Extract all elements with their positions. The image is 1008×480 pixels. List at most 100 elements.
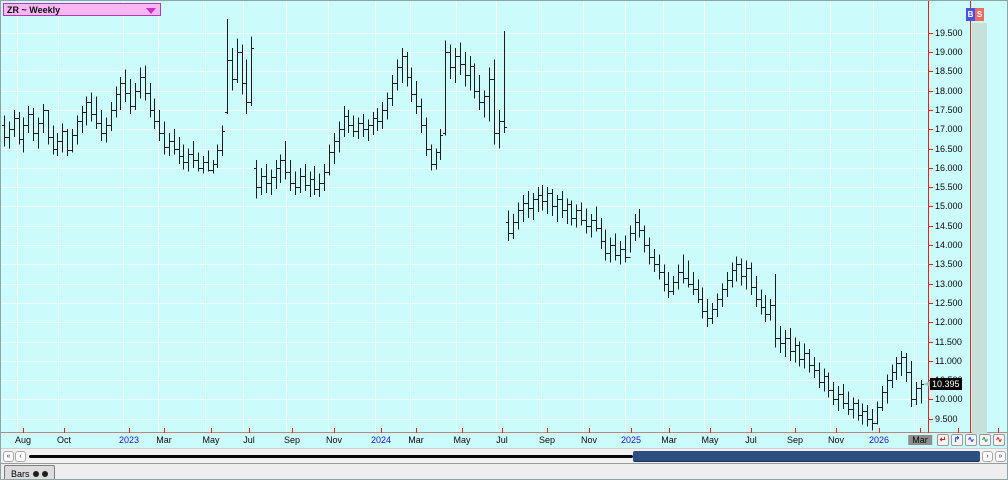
price-chart[interactable] <box>1 1 928 433</box>
ohlc-bar <box>463 52 468 87</box>
ohlc-bar <box>642 226 647 253</box>
price-axis-label: 17.500 <box>935 105 967 115</box>
ohlc-bar <box>167 133 172 156</box>
price-axis-label: 11.000 <box>935 356 967 366</box>
tab-bars[interactable]: Bars <box>4 465 55 480</box>
ohlc-bar <box>671 276 676 295</box>
date-axis-tick <box>669 428 670 433</box>
ohlc-bar <box>443 40 448 135</box>
blue-bent-arrow-button[interactable]: ↱ <box>951 434 963 446</box>
ohlc-bar <box>419 98 424 133</box>
price-axis-label: 13.500 <box>935 259 967 269</box>
red-bent-arrow-button[interactable]: ↵ <box>937 434 949 446</box>
price-axis-tick <box>928 129 933 130</box>
price-axis-label: 10.000 <box>935 394 967 404</box>
price-axis-tick <box>928 245 933 246</box>
date-axis-tick <box>64 428 65 433</box>
ohlc-bar <box>851 397 856 418</box>
date-axis-tick <box>998 428 999 433</box>
ohlc-bar <box>211 160 216 174</box>
price-axis-label: 15.000 <box>935 201 967 211</box>
ohlc-bar <box>885 374 890 403</box>
ohlc-bar <box>710 303 715 324</box>
ohlc-bar <box>288 160 293 191</box>
sell-button[interactable]: S <box>975 8 984 21</box>
price-axis-tick <box>928 419 933 420</box>
ohlc-bar <box>506 210 511 241</box>
ohlc-bar <box>303 164 308 191</box>
scrollbar-thumb[interactable] <box>633 451 980 462</box>
ohlc-bar <box>836 386 841 411</box>
price-axis-label: 18.500 <box>935 66 967 76</box>
ohlc-bar <box>536 187 541 212</box>
ohlc-bar <box>841 384 846 409</box>
ohlc-bar <box>550 189 555 216</box>
price-axis-tick <box>928 284 933 285</box>
ohlc-bar <box>104 118 109 143</box>
ohlc-bar <box>584 208 589 233</box>
ohlc-bar <box>778 326 783 353</box>
date-axis-line <box>1 432 1008 433</box>
ohlc-bar <box>856 399 861 420</box>
date-axis-label: May <box>701 435 718 445</box>
price-axis-tick <box>928 110 933 111</box>
ohlc-bar <box>152 98 157 129</box>
ohlc-bar <box>608 237 613 262</box>
ohlc-bar <box>298 168 303 193</box>
ohlc-bar <box>405 52 410 87</box>
price-axis-left-line <box>928 1 929 433</box>
buy-button[interactable]: B <box>966 8 975 21</box>
price-axis-label: 14.000 <box>935 240 967 250</box>
ohlc-bar <box>41 104 46 133</box>
ohlc-bar <box>337 121 342 152</box>
red-zigzag-button[interactable]: ∿ <box>993 434 1005 446</box>
ohlc-bar <box>332 133 337 164</box>
ohlc-bar <box>880 386 885 411</box>
price-axis-tick <box>928 168 933 169</box>
ohlc-bar <box>453 48 458 83</box>
blue-zigzag-button[interactable]: ∿ <box>965 434 977 446</box>
ohlc-bar <box>633 214 638 241</box>
ohlc-bar <box>569 201 574 226</box>
ohlc-bar <box>143 66 148 101</box>
ohlc-bar <box>293 172 298 195</box>
symbol-timeframe-dropdown[interactable]: ZR ~ Weekly <box>3 3 161 16</box>
ohlc-bar <box>768 299 773 320</box>
scroll-left-button[interactable]: ‹ <box>15 451 26 462</box>
ohlc-bar <box>662 264 667 291</box>
ohlc-bar <box>70 129 75 152</box>
price-axis-label: 19.000 <box>935 47 967 57</box>
ohlc-bar <box>788 328 793 361</box>
ohlc-bar <box>438 129 443 160</box>
ohlc-bar <box>75 116 80 145</box>
ohlc-bar <box>763 295 768 322</box>
scroll-right-button[interactable]: › <box>982 451 993 462</box>
date-axis-tick <box>836 428 837 433</box>
date-axis-label: Sep <box>539 435 555 445</box>
date-axis-label: May <box>202 435 219 445</box>
date-axis-tick <box>879 428 880 433</box>
scroll-far-left-button[interactable]: « <box>3 451 14 462</box>
tab-status-dot-icon <box>42 471 48 477</box>
scrollbar-track-range[interactable] <box>29 455 633 458</box>
green-zigzag-button[interactable]: ∿ <box>979 434 991 446</box>
ohlc-bar <box>521 195 526 222</box>
ohlc-bar <box>807 349 812 372</box>
date-axis-tick <box>164 428 165 433</box>
ohlc-bar <box>477 75 482 110</box>
ohlc-bar <box>414 81 419 114</box>
ohlc-bar <box>89 93 94 122</box>
date-axis-label: Jul <box>745 435 757 445</box>
price-axis-right-line <box>970 1 971 433</box>
chevron-down-icon[interactable] <box>146 8 156 14</box>
ohlc-bar <box>613 233 618 260</box>
ohlc-bar <box>177 137 182 164</box>
date-axis-label: May <box>453 435 470 445</box>
price-axis-tick <box>928 52 933 53</box>
ohlc-bar <box>2 116 7 147</box>
date-axis-tick <box>334 428 335 433</box>
date-axis-tick <box>710 428 711 433</box>
last-price-marker: 10.395 <box>930 378 962 390</box>
scroll-far-right-button[interactable]: » <box>995 451 1006 462</box>
date-axis-tick <box>381 428 382 433</box>
